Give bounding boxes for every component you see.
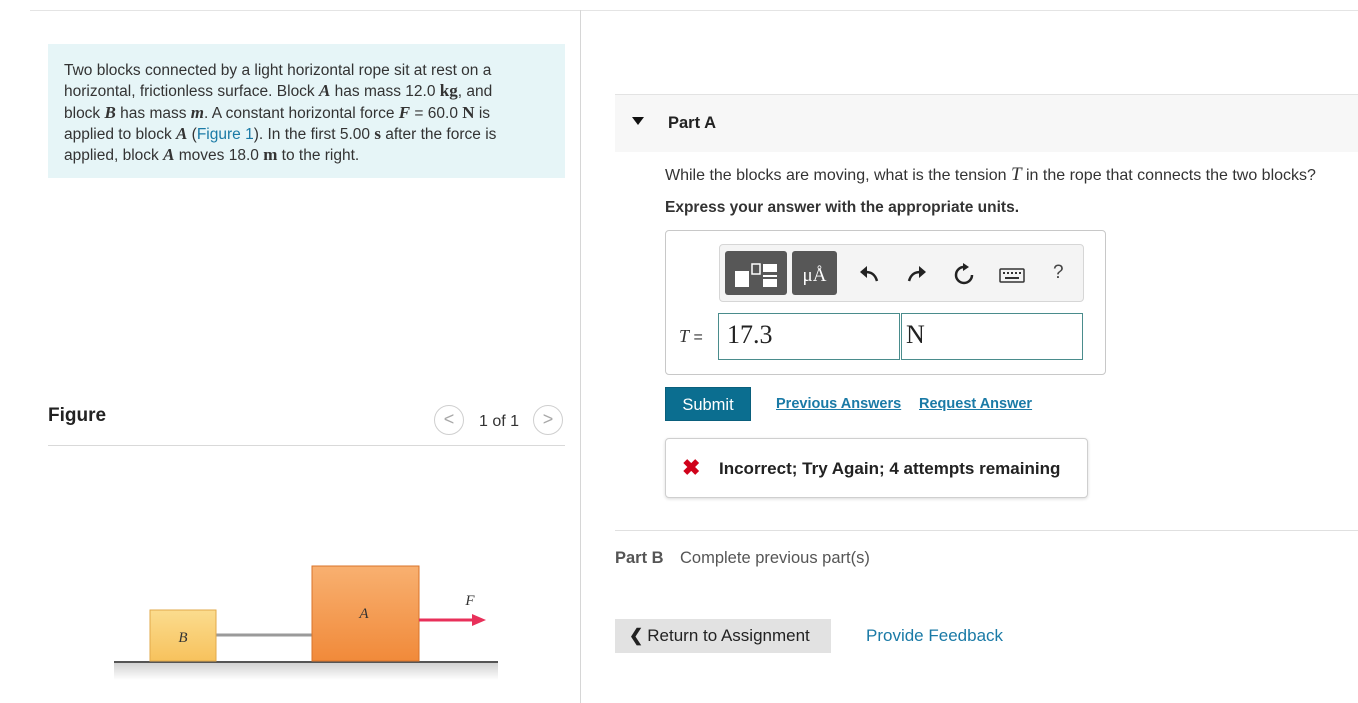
top-rule — [30, 10, 1358, 11]
part-b-rule — [615, 530, 1358, 531]
var-T: T — [1010, 164, 1022, 185]
block-b-label: B — [178, 630, 187, 646]
answer-value-input[interactable]: 17.3 — [718, 313, 900, 360]
answer-label: T = — [679, 326, 703, 346]
block-a-label: A — [358, 606, 369, 622]
figure-prev-button[interactable]: < — [434, 405, 464, 435]
figure-count: 1 of 1 — [479, 413, 520, 430]
problem-line-3: block B has mass m. A constant horizonta… — [64, 102, 491, 122]
force-label: F — [464, 593, 475, 609]
chevron-left-icon: ❮ — [629, 626, 644, 645]
problem-line-4: applied to block A (Figure 1). In the fi… — [64, 123, 497, 143]
problem-line-2: horizontal, frictionless surface. Block … — [64, 81, 493, 101]
column-divider — [580, 10, 581, 703]
unit-m: m — [263, 145, 278, 165]
submit-button[interactable]: Submit — [665, 387, 751, 421]
templates-button[interactable] — [725, 251, 787, 295]
provide-feedback-link[interactable]: Provide Feedback — [866, 626, 1003, 646]
part-a-header[interactable] — [615, 94, 1358, 152]
part-b-label: Part B — [615, 549, 664, 567]
collapse-caret-icon[interactable] — [632, 117, 644, 125]
figure-title: Figure — [48, 405, 107, 426]
feedback-text: Incorrect; Try Again; 4 attempts remaini… — [719, 459, 1061, 478]
figure-illustration: B A F — [114, 565, 498, 680]
figure-next-button[interactable]: > — [533, 405, 563, 435]
var-B: B — [104, 102, 116, 122]
floor-shadow — [114, 662, 498, 680]
previous-answers-link[interactable]: Previous Answers — [776, 396, 901, 412]
return-to-assignment-button[interactable]: ❮ Return to Assignment — [615, 619, 831, 653]
units-button[interactable]: μÅ — [792, 251, 837, 295]
question-text: While the blocks are moving, what is the… — [665, 164, 1316, 185]
problem-line-1: Two blocks connected by a light horizont… — [64, 62, 492, 79]
unit-s: s — [374, 123, 381, 143]
part-a-label: Part A — [668, 114, 716, 132]
var-A: A — [176, 123, 188, 143]
help-icon[interactable]: ? — [1053, 262, 1064, 284]
problem-statement: Two blocks connected by a light horizont… — [48, 44, 565, 178]
answer-instruction: Express your answer with the appropriate… — [665, 199, 1020, 216]
request-answer-link[interactable]: Request Answer — [919, 396, 1032, 412]
unit-kg: kg — [439, 81, 458, 101]
figure-rule — [48, 445, 565, 446]
undo-icon[interactable] — [856, 262, 882, 288]
keyboard-icon[interactable] — [999, 262, 1025, 288]
part-b-status: Complete previous part(s) — [680, 549, 870, 567]
var-A: A — [319, 81, 331, 101]
answer-unit-input[interactable]: N — [901, 313, 1083, 360]
unit-N: N — [462, 102, 475, 122]
templates-icon — [735, 263, 777, 287]
redo-icon[interactable] — [904, 262, 930, 288]
var-m: m — [190, 102, 205, 122]
problem-line-5: applied, block A moves 18.0 m to the rig… — [64, 145, 360, 165]
var-F: F — [398, 102, 411, 122]
force-arrowhead — [472, 614, 486, 626]
figure-link[interactable]: Figure 1 — [197, 126, 254, 143]
var-A: A — [163, 145, 175, 165]
reset-icon[interactable] — [951, 262, 977, 288]
incorrect-icon: ✖ — [682, 455, 701, 480]
